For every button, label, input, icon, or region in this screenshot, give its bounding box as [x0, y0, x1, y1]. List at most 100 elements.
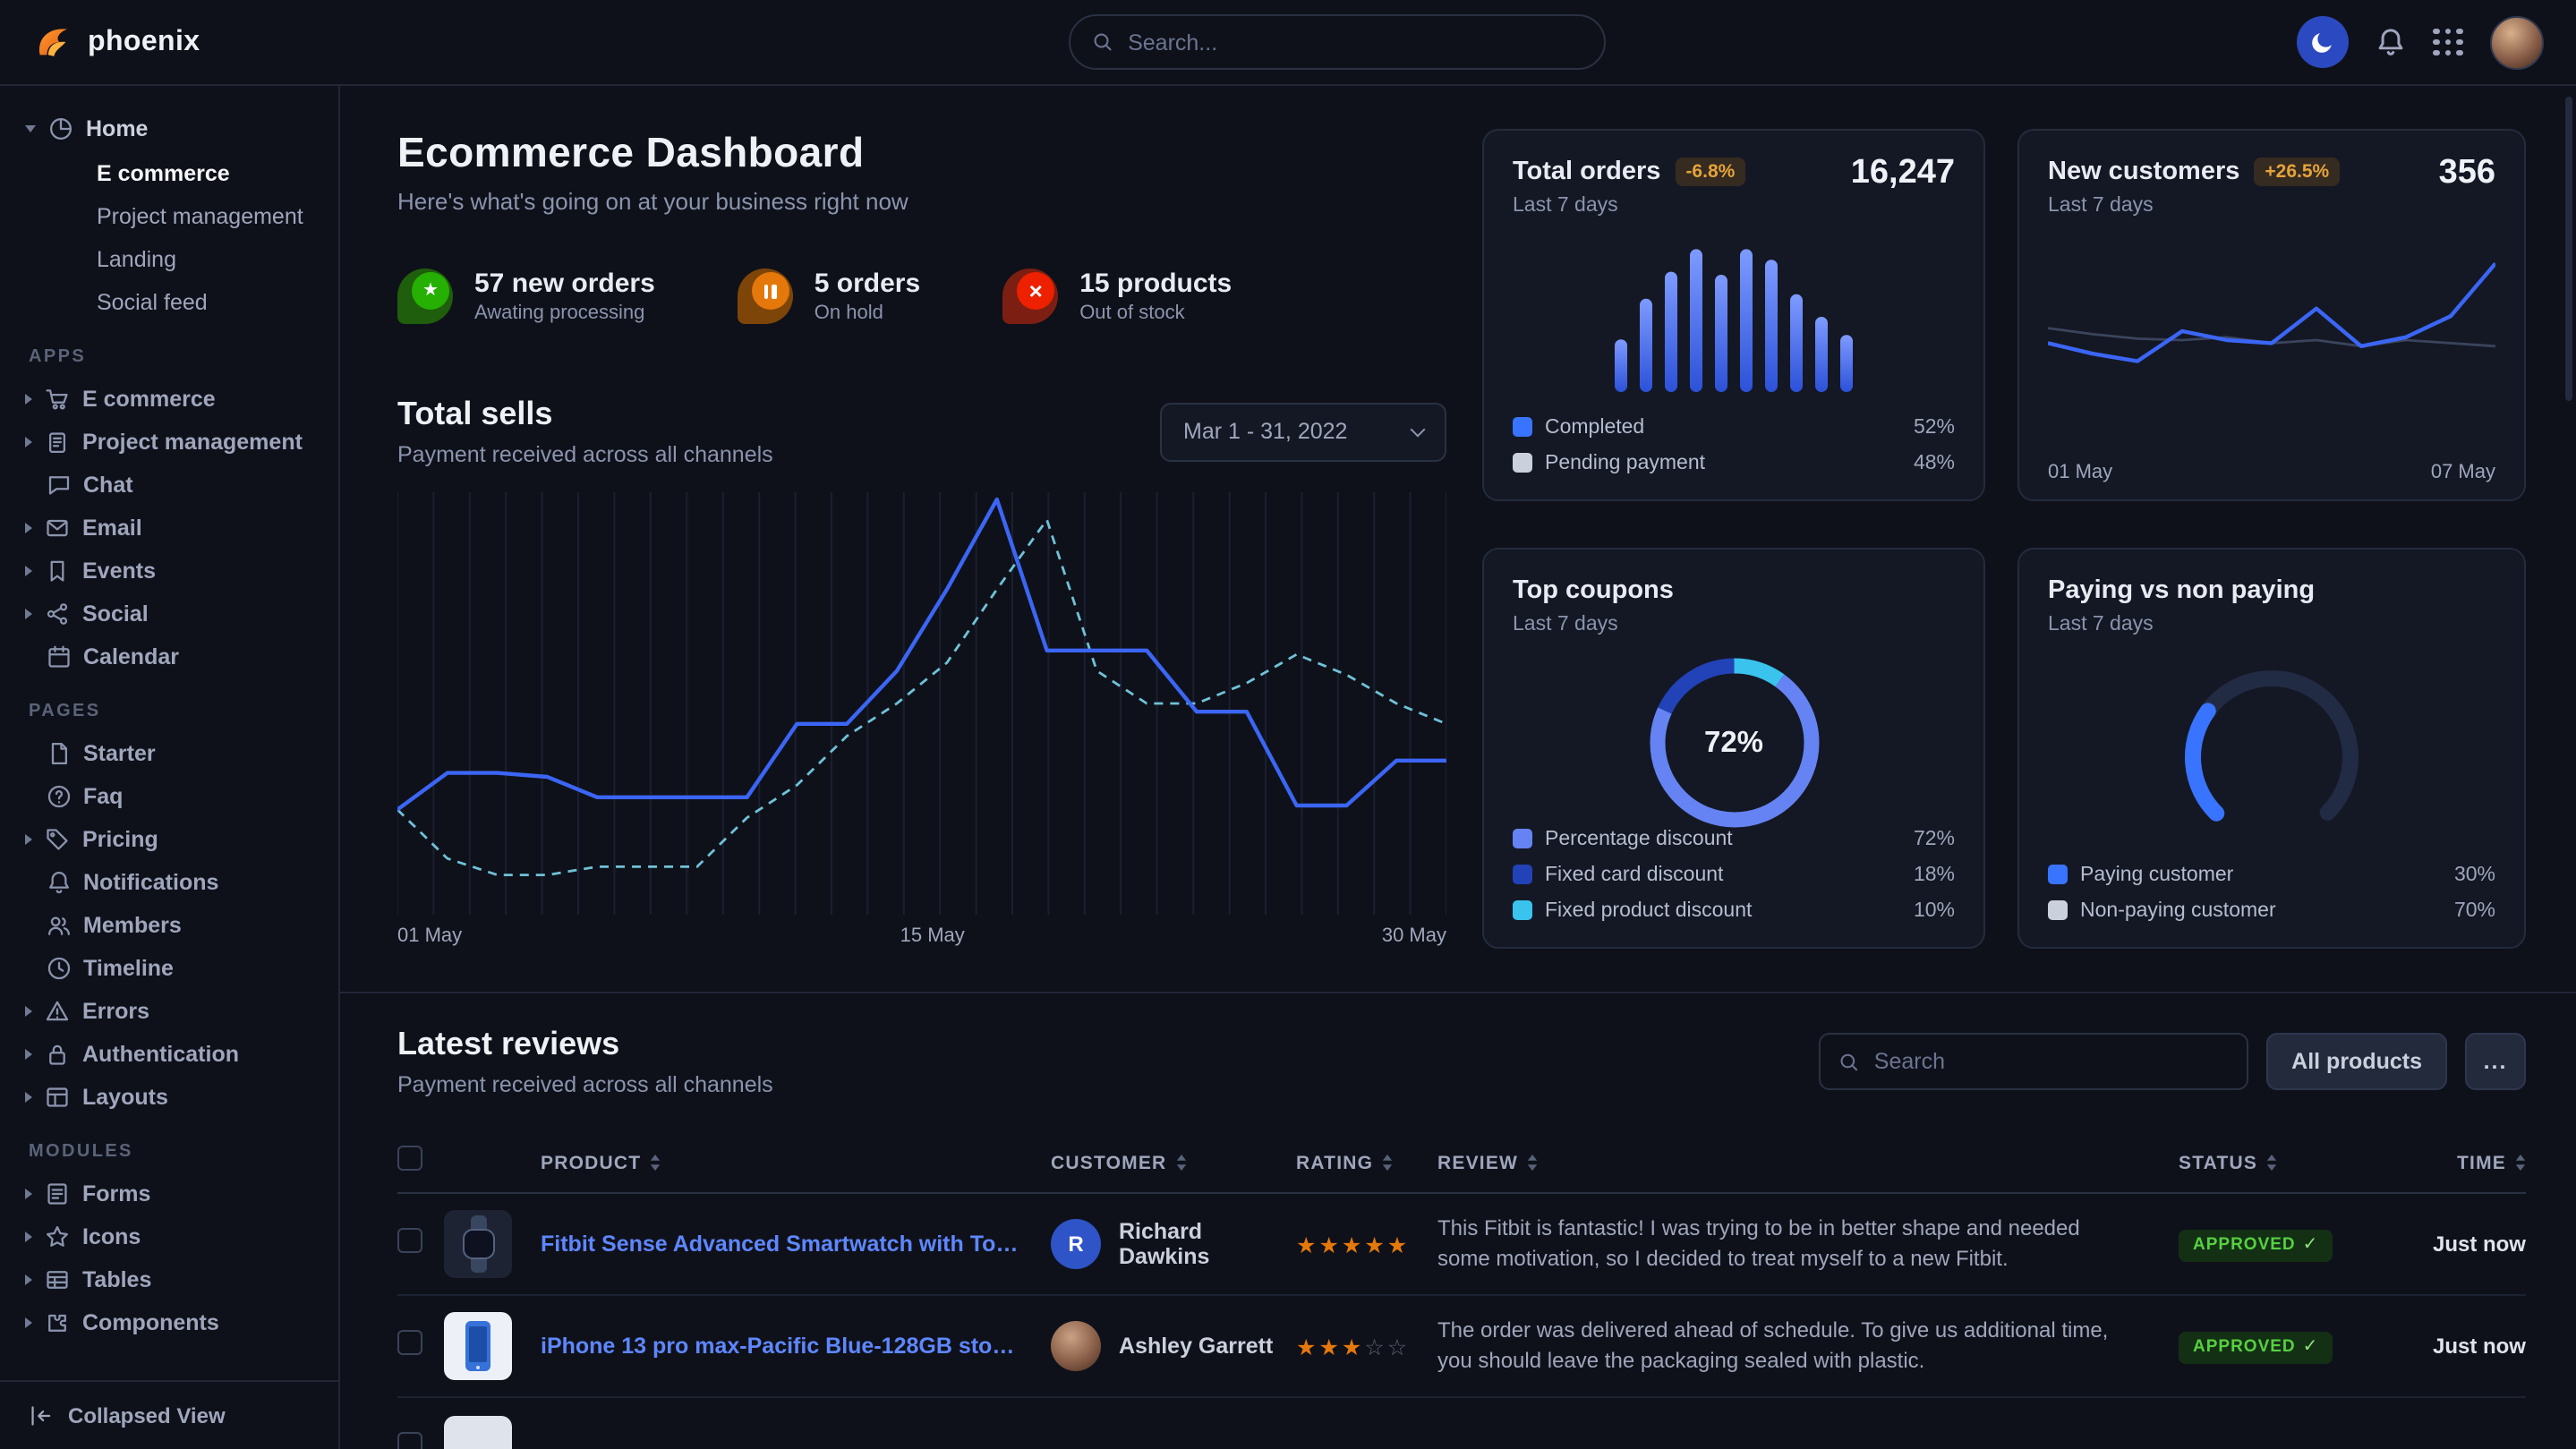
- pause-blob-icon: [738, 268, 793, 324]
- column-header-rating[interactable]: RATING: [1296, 1152, 1437, 1173]
- sidebar-item-timeline[interactable]: Timeline: [25, 947, 313, 990]
- page-subtitle: Here's what's going on at your business …: [397, 188, 1446, 215]
- sidebar-item-e-commerce[interactable]: E commerce: [25, 152, 313, 195]
- global-search-input[interactable]: [1128, 30, 1582, 55]
- puzzle-icon: [45, 1310, 70, 1335]
- caret-right-icon: [25, 1189, 32, 1199]
- dashboard-section: Ecommerce Dashboard Here's what's going …: [340, 86, 2576, 992]
- total-orders-bar-chart: [1614, 242, 1854, 392]
- row-checkbox[interactable]: [397, 1329, 422, 1354]
- total-orders-legend-pending-payment: Pending payment48%: [1513, 447, 1955, 478]
- sidebar-item-calendar[interactable]: Calendar: [25, 635, 313, 678]
- stat-value: 5 orders: [815, 268, 920, 299]
- top-coupons-legend-fixed-card-discount: Fixed card discount18%: [1513, 859, 1955, 890]
- sidebar-item-faq[interactable]: Faq: [25, 775, 313, 818]
- column-header-status[interactable]: STATUS: [2179, 1152, 2390, 1173]
- theme-toggle-button[interactable]: [2297, 16, 2349, 68]
- sidebar-item-e-commerce[interactable]: E commerce: [25, 378, 313, 421]
- sidebar-item-home[interactable]: Home: [25, 107, 313, 150]
- table-icon: [45, 1267, 70, 1292]
- sidebar-item-components[interactable]: Components: [25, 1301, 313, 1344]
- sidebar-item-tables[interactable]: Tables: [25, 1258, 313, 1301]
- phone-image: [444, 1312, 512, 1380]
- sidebar-item-email[interactable]: Email: [25, 507, 313, 550]
- card-title: Paying vs non paying: [2048, 576, 2495, 605]
- sidebar-item-landing[interactable]: Landing: [25, 238, 313, 281]
- row-checkbox[interactable]: [397, 1432, 422, 1449]
- sidebar-item-chat[interactable]: Chat: [25, 464, 313, 507]
- sidebar-item-project-management[interactable]: Project management: [25, 195, 313, 238]
- bell-icon: [46, 870, 71, 895]
- total-sells-subtitle: Payment received across all channels: [397, 442, 773, 467]
- calendar-icon: [46, 644, 71, 669]
- total-orders-value: 16,247: [1851, 154, 1955, 193]
- sidebar-item-events[interactable]: Events: [25, 550, 313, 592]
- layout-icon: [45, 1085, 70, 1110]
- review-text: The order was delivered ahead of schedul…: [1437, 1315, 2179, 1377]
- sidebar-item-social-feed[interactable]: Social feed: [25, 281, 313, 324]
- select-all-checkbox[interactable]: [397, 1146, 422, 1171]
- caret-right-icon: [25, 437, 32, 447]
- donut-center-value: 72%: [1644, 653, 1823, 832]
- paying-legend-paying-customer: Paying customer30%: [2048, 859, 2495, 890]
- collapsed-view-toggle[interactable]: Collapsed View: [0, 1379, 340, 1449]
- column-header-customer[interactable]: CUSTOMER: [1051, 1152, 1296, 1173]
- legend-swatch-icon: [1513, 900, 1532, 920]
- latest-reviews-header: Latest reviews Payment received across a…: [397, 1026, 2526, 1097]
- sidebar-item-layouts[interactable]: Layouts: [25, 1076, 313, 1119]
- customer-cell[interactable]: RRichard Dawkins: [1051, 1219, 1296, 1269]
- column-header-product[interactable]: PRODUCT: [541, 1152, 1051, 1173]
- sidebar-nav: HomeE commerceProject managementLandingS…: [25, 107, 313, 1344]
- sidebar-item-errors[interactable]: Errors: [25, 990, 313, 1033]
- sidebar-item-forms[interactable]: Forms: [25, 1172, 313, 1215]
- status-cell: APPROVED✓: [2179, 1329, 2390, 1364]
- product-thumbnail[interactable]: [444, 1415, 512, 1449]
- change-badge: +26.5%: [2254, 158, 2340, 186]
- product-link[interactable]: iPhone 13 pro max-Pacific Blue-128GB sto…: [541, 1334, 1051, 1359]
- stat-out-of-stock: ×15 productsOut of stock: [1002, 268, 1232, 324]
- sidebar-item-authentication[interactable]: Authentication: [25, 1033, 313, 1076]
- latest-reviews-subtitle: Payment received across all channels: [397, 1072, 773, 1097]
- more-options-button[interactable]: ...: [2465, 1033, 2526, 1090]
- date-range-select[interactable]: Mar 1 - 31, 2022: [1160, 402, 1446, 461]
- users-icon: [46, 913, 71, 938]
- all-products-button[interactable]: All products: [2266, 1033, 2447, 1090]
- sidebar-item-icons[interactable]: Icons: [25, 1215, 313, 1258]
- sidebar-item-notifications[interactable]: Notifications: [25, 861, 313, 904]
- navbar-actions: [2297, 15, 2544, 69]
- caret-right-icon: [25, 566, 32, 576]
- product-thumbnail[interactable]: [444, 1312, 512, 1380]
- customer-cell[interactable]: Ashley Garrett: [1051, 1321, 1296, 1371]
- sort-icon: [1175, 1155, 1186, 1171]
- card-period: Last 7 days: [1513, 195, 1955, 217]
- sort-icon: [2515, 1155, 2526, 1171]
- bell-icon: [2376, 27, 2406, 57]
- product-link[interactable]: Fitbit Sense Advanced Smartwatch with To…: [541, 1232, 1051, 1257]
- sidebar-section-apps: APPS: [29, 347, 313, 367]
- pie-icon: [48, 116, 73, 141]
- scrollbar[interactable]: [2565, 97, 2572, 401]
- notifications-button[interactable]: [2376, 27, 2406, 57]
- sidebar-item-members[interactable]: Members: [25, 904, 313, 947]
- user-avatar[interactable]: [2490, 15, 2544, 69]
- sidebar-item-project-management[interactable]: Project management: [25, 421, 313, 464]
- reviews-search[interactable]: [1819, 1033, 2248, 1090]
- rating-stars: ★★★★★: [1296, 1231, 1437, 1257]
- row-checkbox[interactable]: [397, 1227, 422, 1252]
- sidebar-item-pricing[interactable]: Pricing: [25, 818, 313, 861]
- stat-on-hold: 5 ordersOn hold: [738, 268, 920, 324]
- sidebar-item-starter[interactable]: Starter: [25, 732, 313, 775]
- reviews-search-input[interactable]: [1874, 1049, 2229, 1074]
- clipboard-icon: [45, 430, 70, 455]
- status-cell: APPROVED✓: [2179, 1227, 2390, 1262]
- product-thumbnail[interactable]: [444, 1210, 512, 1278]
- global-search[interactable]: [1069, 14, 1606, 70]
- brand[interactable]: phoenix: [32, 21, 200, 63]
- sidebar-item-social[interactable]: Social: [25, 592, 313, 635]
- column-header-time[interactable]: TIME: [2390, 1152, 2526, 1173]
- new-customers-x-axis: 01 May 07 May: [2048, 462, 2495, 483]
- apps-grid-button[interactable]: [2433, 29, 2463, 56]
- column-header-review[interactable]: REVIEW: [1437, 1152, 2179, 1173]
- moon-icon: [2309, 29, 2336, 55]
- card-period: Last 7 days: [2048, 614, 2495, 635]
